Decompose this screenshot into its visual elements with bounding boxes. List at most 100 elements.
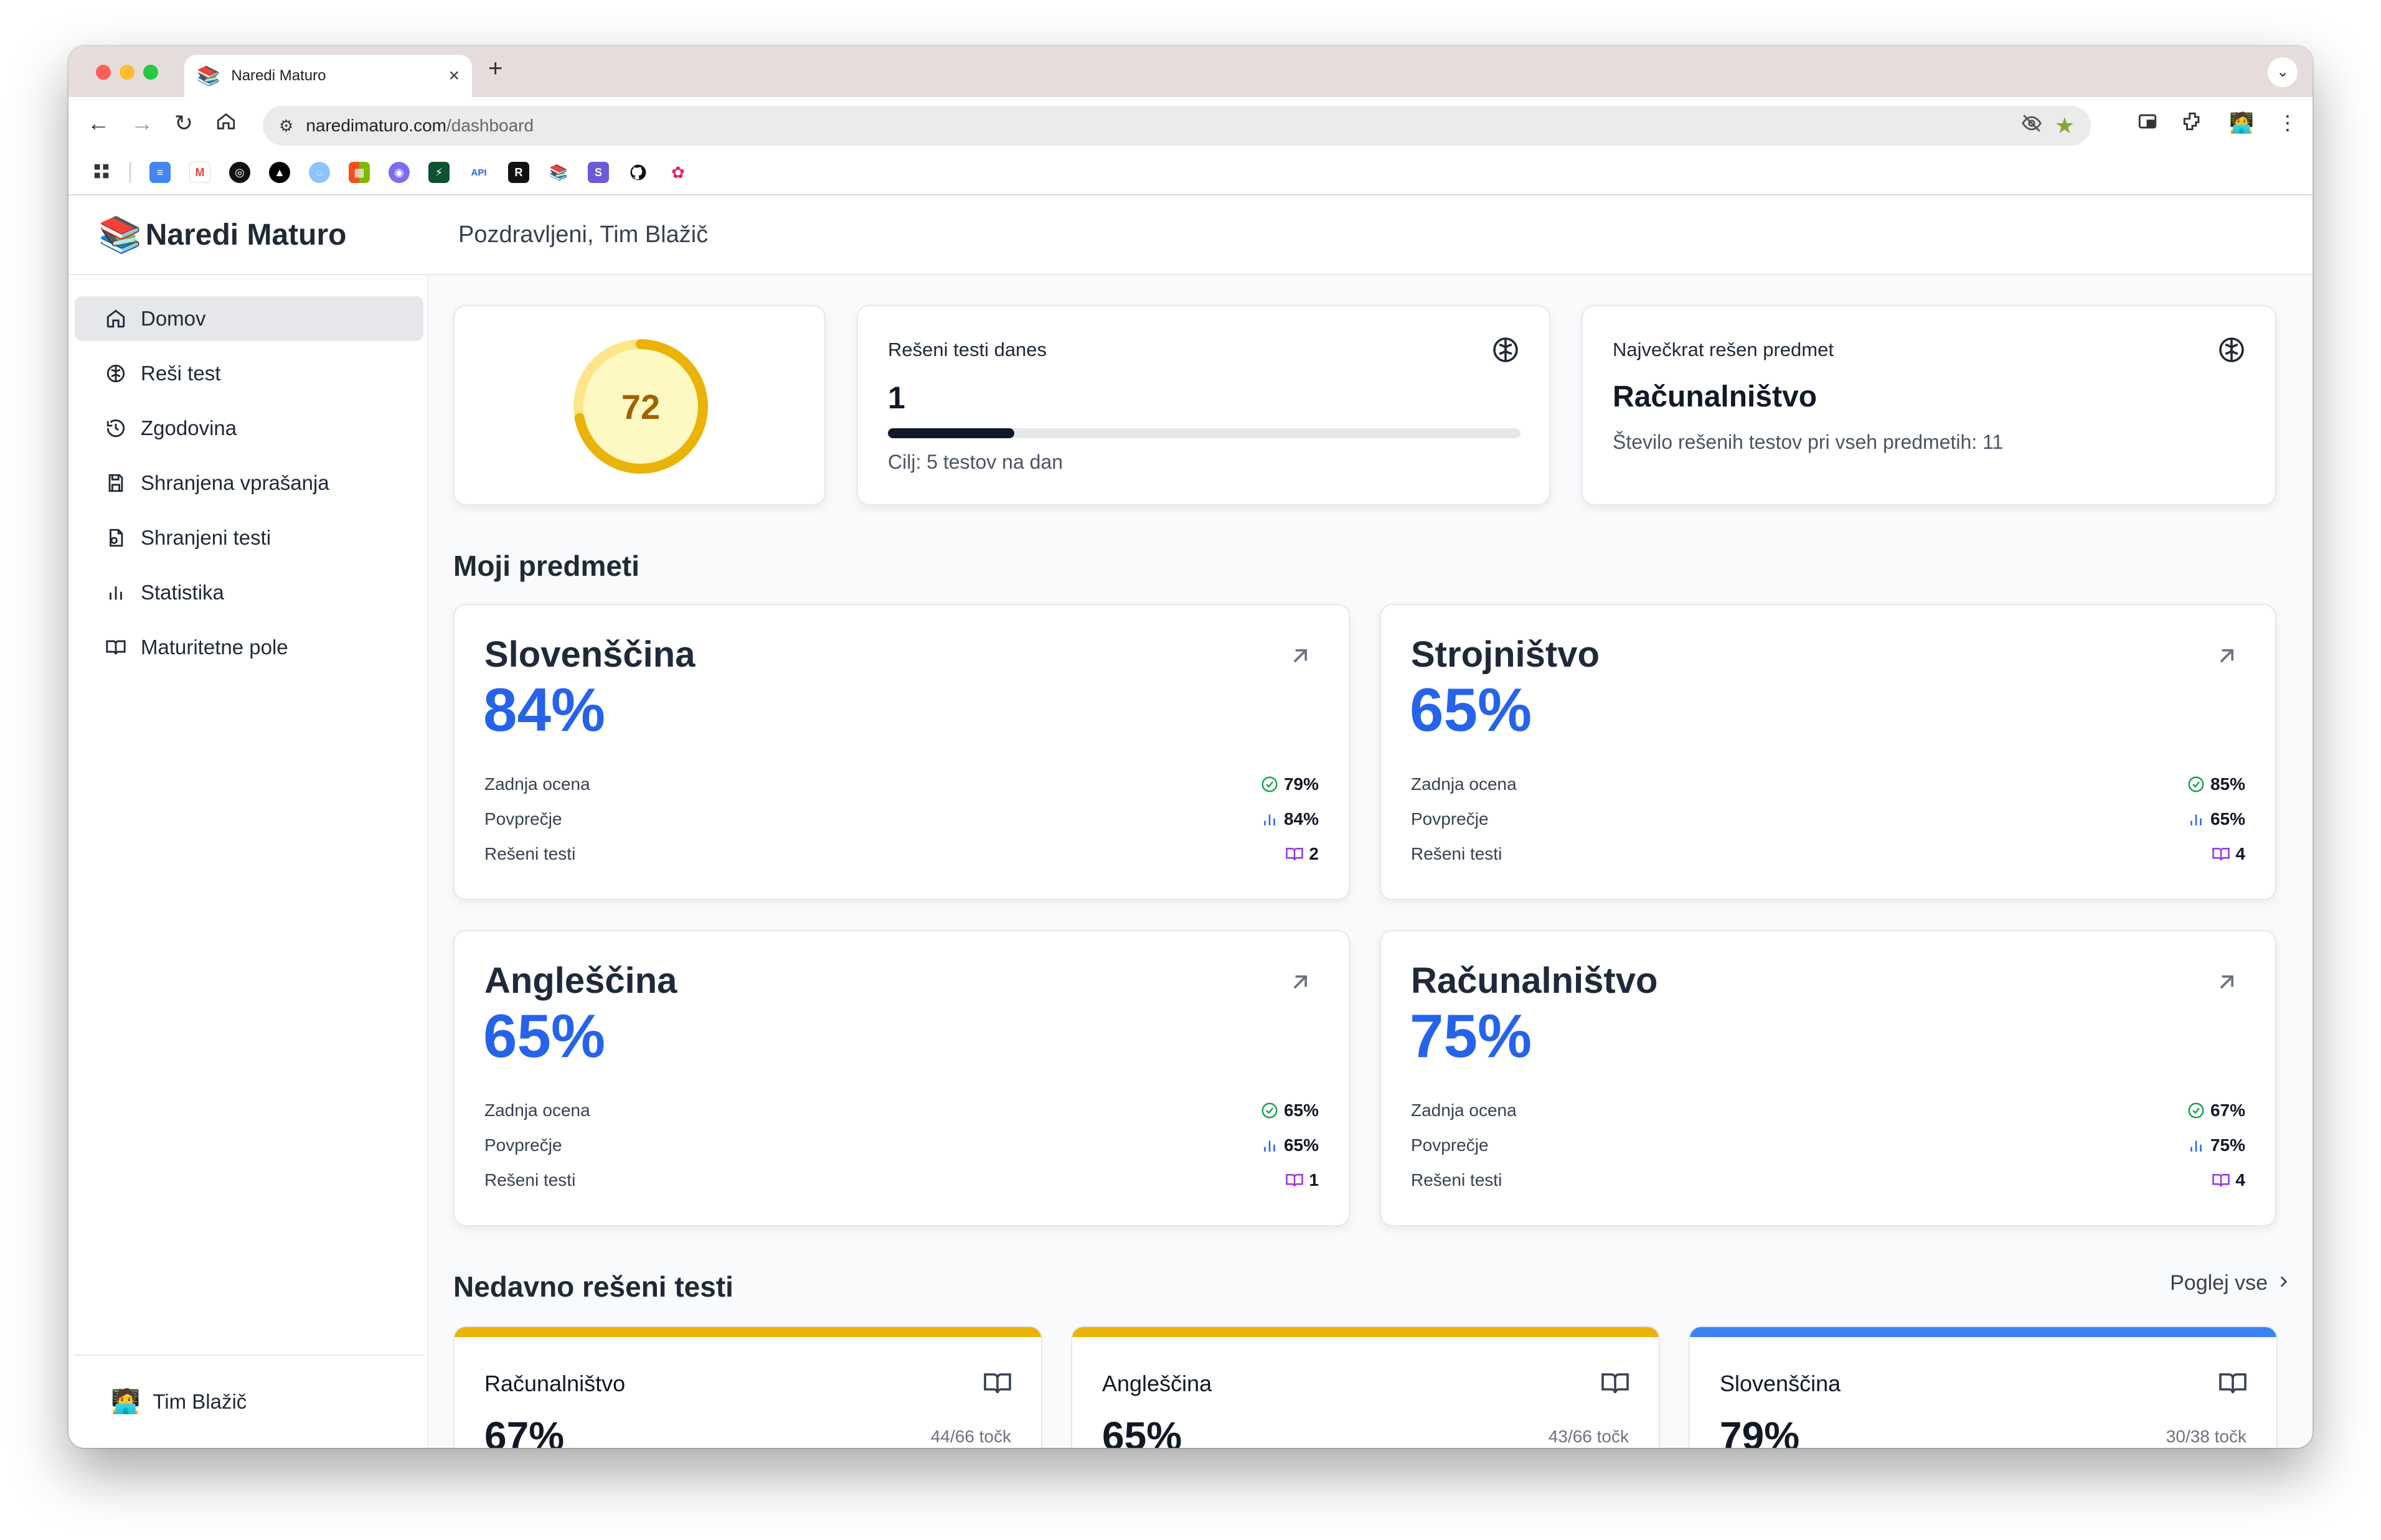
check-circle-icon <box>1261 1102 1278 1119</box>
average-row: Povprečje 75% <box>1411 1135 2245 1155</box>
activity-bookmark-icon[interactable]: ⚡ <box>428 162 450 183</box>
extensions-icon[interactable] <box>2182 111 2203 137</box>
check-circle-icon <box>2188 1102 2204 1119</box>
sidebar-item-label: Reši test <box>141 362 221 385</box>
sidebar-item-resi-test[interactable]: Reši test <box>75 351 423 396</box>
arrow-up-right-icon[interactable] <box>1286 642 1314 673</box>
minimize-window-button[interactable] <box>120 65 134 80</box>
site-settings-icon[interactable]: ⚙ <box>279 116 293 136</box>
brain-icon <box>103 361 128 386</box>
back-button[interactable]: ← <box>87 111 110 136</box>
sidebar-item-maturitetne-pole[interactable]: Maturitetne pole <box>75 625 423 670</box>
bar-chart-icon <box>1264 1140 1275 1152</box>
sidebar-item-shranjena-vprasanja[interactable]: Shranjena vprašanja <box>75 461 423 505</box>
recent-test-card[interactable]: Slovenščina 79% 30/38 točk <box>1689 1326 2278 1448</box>
docs-bookmark-icon[interactable]: ≡ <box>149 162 171 183</box>
recent-test-percent: 65% <box>1102 1414 1182 1448</box>
solved-tests-label: Rešeni testi <box>484 844 576 863</box>
average-value: 65% <box>1283 1135 1319 1155</box>
view-all-link[interactable]: Poglej vse <box>2170 1271 2291 1295</box>
solved-tests-label: Rešeni testi <box>484 1170 576 1190</box>
subject-name: Angleščina <box>484 960 677 1001</box>
last-grade-value: 85% <box>2210 774 2245 794</box>
solved-tests-label: Rešeni testi <box>1411 1170 1502 1190</box>
reload-button[interactable]: ↻ <box>174 111 193 136</box>
user-menu[interactable]: 🧑‍💻 Tim Blažič <box>75 1355 423 1448</box>
forward-button[interactable]: → <box>131 111 153 136</box>
sidebar-item-statistika[interactable]: Statistika <box>75 570 423 615</box>
browser-tab[interactable]: 📚 Naredi Maturo × <box>184 55 472 97</box>
picture-in-picture-icon[interactable] <box>2137 111 2158 137</box>
api-bookmark-icon[interactable]: API <box>468 162 489 183</box>
solved-tests-value: 4 <box>2235 1170 2245 1190</box>
subject-card-anglescina[interactable]: Angleščina 65% Zadnja ocena 65% Povprečj… <box>453 930 1350 1226</box>
subject-percent: 65% <box>483 1002 606 1070</box>
solved-tests-row: Rešeni testi 1 <box>484 1170 1319 1190</box>
sidebar-item-label: Maturitetne pole <box>141 636 288 659</box>
top-subject-label: Največkrat rešen predmet <box>1613 339 1834 360</box>
profile-avatar-icon[interactable]: 🧑‍💻 <box>2229 111 2254 134</box>
books-favicon-icon: 📚 <box>197 65 220 87</box>
sidebar-item-domov[interactable]: Domov <box>75 296 423 341</box>
sidebar-item-zgodovina[interactable]: Zgodovina <box>75 406 423 451</box>
daily-goal-progress-fill <box>888 428 1015 438</box>
subject-card-racunalnistvo[interactable]: Računalništvo 75% Zadnja ocena 67% Povpr… <box>1380 930 2276 1226</box>
bolt-bookmark-icon[interactable]: ◌ <box>309 162 330 183</box>
tab-strip: 📚 Naredi Maturo × + ⌄ <box>68 46 2313 97</box>
microsoft-bookmark-icon[interactable]: ▦ <box>349 162 370 183</box>
sidebar: Domov Reši test Zgodovina Shranjena vpra… <box>68 275 428 1448</box>
arrow-up-right-icon[interactable] <box>1286 969 1314 999</box>
pinwheel-bookmark-icon[interactable]: ✿ <box>667 162 689 183</box>
new-tab-button[interactable]: + <box>488 55 502 83</box>
s-bookmark-icon[interactable]: S <box>588 162 609 183</box>
sidebar-item-label: Shranjena vprašanja <box>141 471 329 494</box>
openai-bookmark-icon[interactable]: ◎ <box>229 162 250 183</box>
tab-search-button[interactable]: ⌄ <box>2268 57 2298 87</box>
avatar: 🧑‍💻 <box>111 1389 141 1415</box>
last-grade-label: Zadnja ocena <box>1411 1101 1517 1120</box>
address-bar[interactable]: ⚙ naredimaturo.com/dashboard ★ <box>263 106 2091 146</box>
sidebar-item-label: Statistika <box>141 581 224 604</box>
recent-test-subject: Slovenščina <box>1720 1371 1841 1396</box>
book-icon <box>983 1368 1012 1401</box>
book-icon <box>2218 1368 2248 1401</box>
browser-menu-icon[interactable]: ⋮ <box>2278 111 2298 134</box>
apps-grid-icon[interactable] <box>92 162 111 184</box>
gmail-bookmark-icon[interactable]: M <box>189 162 210 183</box>
greeting: Pozdravljeni, Tim Blažič <box>458 222 709 248</box>
maximize-window-button[interactable] <box>143 65 158 80</box>
home-button[interactable] <box>215 111 237 137</box>
books-bookmark-icon[interactable]: 📚 <box>548 162 569 183</box>
average-label: Povprečje <box>1411 809 1489 829</box>
r-bookmark-icon[interactable]: R <box>508 162 529 183</box>
recent-test-percent: 79% <box>1720 1414 1800 1448</box>
recent-tests-title: Nedavno rešeni testi <box>453 1270 733 1303</box>
brand[interactable]: 📚 Naredi Maturo <box>98 214 346 255</box>
recent-test-card[interactable]: Angleščina 65% 43/66 točk <box>1071 1326 1660 1448</box>
arrow-up-right-icon[interactable] <box>2213 642 2240 673</box>
bar-chart-icon <box>2190 1140 2202 1152</box>
goal-text: Cilj: 5 testov na dan <box>888 451 1063 473</box>
sidebar-item-shranjeni-testi[interactable]: Shranjeni testi <box>75 515 423 560</box>
github-bookmark-icon[interactable] <box>628 162 649 183</box>
recent-test-card[interactable]: Računalništvo 67% 44/66 točk <box>453 1326 1042 1448</box>
view-all-label: Poglej vse <box>2170 1271 2268 1295</box>
average-value: 65% <box>2210 809 2245 829</box>
solved-tests-row: Rešeni testi 4 <box>1411 1170 2245 1190</box>
close-tab-icon[interactable]: × <box>448 65 460 87</box>
vercel-bookmark-icon[interactable]: ▲ <box>269 162 290 183</box>
subject-card-strojnistvo[interactable]: Strojništvo 65% Zadnja ocena 85% Povpreč… <box>1380 604 2276 900</box>
eye-off-icon[interactable] <box>2021 113 2042 139</box>
last-grade-row: Zadnja ocena 67% <box>1411 1101 2245 1120</box>
subject-card-slovenscina[interactable]: Slovenščina 84% Zadnja ocena 79% Povpreč… <box>453 604 1350 900</box>
close-window-button[interactable] <box>96 65 111 80</box>
bookmark-separator <box>130 162 131 183</box>
save-icon <box>103 471 128 495</box>
last-grade-label: Zadnja ocena <box>484 774 590 794</box>
arrow-up-right-icon[interactable] <box>2213 969 2240 999</box>
copilot-bookmark-icon[interactable]: ◉ <box>389 162 410 183</box>
browser-toolbar: ← → ↻ ⚙ naredimaturo.com/dashboard ★ 🧑‍💻… <box>68 97 2313 151</box>
bookmark-star-icon[interactable]: ★ <box>2055 113 2075 139</box>
average-label: Povprečje <box>1411 1135 1489 1155</box>
bar-chart-icon <box>1264 814 1275 825</box>
